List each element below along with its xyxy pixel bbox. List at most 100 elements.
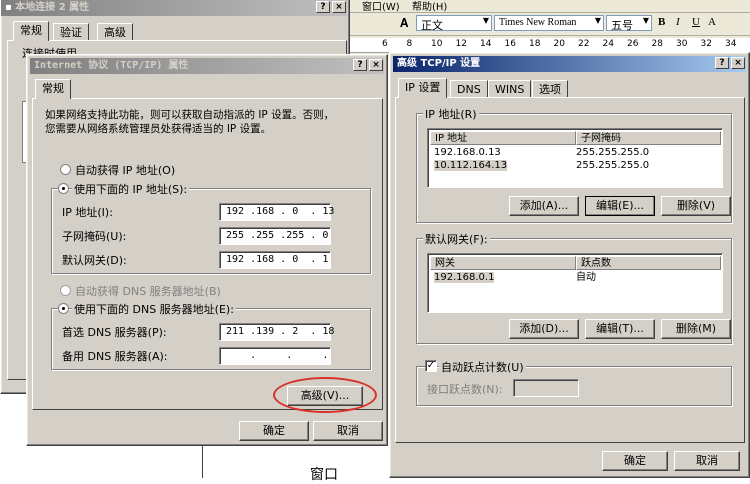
subnet-mask-label: 子网掩码(U): <box>62 230 127 243</box>
delete-gateway-button[interactable]: 删除(M) <box>661 319 731 339</box>
tcpip-properties-dialog: Internet 协议 (TCP/IP) 属性 ? × 常规 如果网络支持此功能… <box>26 54 388 446</box>
ruler-tick-label: 6 <box>382 39 388 49</box>
list-item[interactable]: 192.168.0.13 255.255.255.0 <box>430 146 722 159</box>
chevron-down-icon: ▼ <box>642 16 649 25</box>
auto-metric-checkbox[interactable]: ✓ <box>425 360 437 372</box>
advanced-tcpip-dialog: 高级 TCP/IP 设置 ? × IP 设置 DNS WINS 选项 IP 地址… <box>389 52 750 478</box>
preferred-dns-label: 首选 DNS 服务器(P): <box>62 326 167 339</box>
auto-metric-label[interactable]: 自动跃点计数(U) <box>439 359 526 375</box>
advanced-dialog-titlebar: 高级 TCP/IP 设置 ? × <box>393 56 746 72</box>
help-button[interactable]: ? <box>316 1 330 13</box>
style-select[interactable]: 正文 ▼ <box>416 15 492 32</box>
ruler: 6 8 10 12 14 16 18 20 22 24 26 28 30 32 34 <box>350 38 750 53</box>
list-item[interactable]: 192.168.0.1 自动 <box>430 271 722 284</box>
ruler-tick-label: 8 <box>406 39 413 49</box>
ip-address-list[interactable]: IP 地址 子网掩码 192.168.0.13 255.255.255.0 10… <box>427 128 723 188</box>
tab-authentication[interactable]: 验证 <box>53 23 89 41</box>
ruler-tick-label: 28 <box>651 39 663 49</box>
gateway-group-title: 默认网关(F): <box>423 231 490 247</box>
advanced-highlight-ellipse <box>273 377 377 413</box>
help-button[interactable]: ? <box>353 59 367 71</box>
manual-dns-label[interactable]: 使用下面的 DNS 服务器地址(E): <box>72 301 236 317</box>
subnet-mask-field[interactable]: 255 .255 .255 . 0 <box>219 227 331 245</box>
preferred-dns-field[interactable]: 211 .139 . 2 . 18 <box>219 323 334 341</box>
metric-group: ✓ 自动跃点计数(U) 接口跃点数(N): <box>416 359 732 406</box>
interface-metric-field[interactable] <box>513 379 579 397</box>
chevron-down-icon: ▼ <box>482 16 489 25</box>
help-button[interactable]: ? <box>715 57 729 69</box>
format-toolbar: 𝐀 正文 ▼ Times New Roman ▼ 五号 ▼ B I U A <box>350 13 750 36</box>
ruler-tick-label: 22 <box>578 39 590 49</box>
close-button[interactable]: × <box>332 1 346 13</box>
network-icon: ▪ <box>5 2 12 13</box>
metric-column-header[interactable]: 跃点数 <box>576 256 721 270</box>
ip-settings-panel: IP 地址(R) IP 地址 子网掩码 192.168.0.13 255.255… <box>395 97 745 443</box>
tcpip-tab-panel: 如果网络支持此功能，则可以获取自动指派的 IP 设置。否则， 您需要从网络系统管… <box>32 98 383 413</box>
ruler-tick-label: 20 <box>553 39 565 49</box>
underline-icon[interactable]: U <box>692 16 700 28</box>
menu-window[interactable]: 窗口(W) <box>362 0 400 13</box>
tcpip-dialog-titlebar: Internet 协议 (TCP/IP) 属性 ? × <box>30 58 384 74</box>
list-item[interactable]: 10.112.164.13 255.255.255.0 <box>430 159 722 172</box>
ip-address-group: IP 地址(R) IP 地址 子网掩码 192.168.0.13 255.255… <box>416 106 732 223</box>
tab-ip-settings[interactable]: IP 设置 <box>398 78 448 98</box>
ok-button[interactable]: 确定 <box>239 421 309 441</box>
auto-dns-label[interactable]: 自动获得 DNS 服务器地址(B) <box>75 283 221 299</box>
ruler-tick-label: 18 <box>529 39 541 49</box>
auto-ip-radio[interactable] <box>60 164 71 175</box>
tab-wins[interactable]: WINS <box>488 80 532 98</box>
mask-column-header[interactable]: 子网掩码 <box>576 131 721 145</box>
italic-icon[interactable]: I <box>676 16 680 28</box>
manual-ip-label[interactable]: 使用下面的 IP 地址(S): <box>72 181 190 197</box>
tab-advanced[interactable]: 高级 <box>97 23 133 41</box>
edit-gateway-button[interactable]: 编辑(T)... <box>585 319 655 339</box>
edit-ip-button[interactable]: 编辑(E)... <box>585 196 655 216</box>
manual-dns-radio[interactable] <box>58 303 69 314</box>
tab-dns[interactable]: DNS <box>450 80 488 98</box>
alternate-dns-label: 备用 DNS 服务器(A): <box>62 350 168 363</box>
menu-help[interactable]: 帮助(H) <box>412 0 447 13</box>
close-button[interactable]: × <box>369 59 383 71</box>
cancel-button[interactable]: 取消 <box>313 421 383 441</box>
manual-dns-group: 使用下面的 DNS 服务器地址(E): 首选 DNS 服务器(P): 211 .… <box>51 301 371 370</box>
alternate-dns-field[interactable]: . . . <box>219 347 331 365</box>
bold-icon[interactable]: B <box>658 16 665 28</box>
cancel-button[interactable]: 取消 <box>674 451 740 471</box>
ruler-tick-label: 30 <box>676 39 688 49</box>
manual-ip-group: 使用下面的 IP 地址(S): IP 地址(I): 192 .168 . 0 .… <box>51 181 371 274</box>
tab-options[interactable]: 选项 <box>532 80 568 98</box>
size-select[interactable]: 五号 ▼ <box>606 15 652 32</box>
ok-button[interactable]: 确定 <box>602 451 668 471</box>
gateway-list[interactable]: 网关 跃点数 192.168.0.1 自动 <box>427 253 723 313</box>
interface-metric-label: 接口跃点数(N): <box>427 383 503 396</box>
gateway-label: 默认网关(D): <box>62 254 127 267</box>
ruler-tick-label: 12 <box>455 39 467 49</box>
ip-address-group-title: IP 地址(R) <box>423 106 479 122</box>
intro-line-1: 如果网络支持此功能，则可以获取自动指派的 IP 设置。否则， <box>45 109 335 121</box>
add-gateway-button[interactable]: 添加(D)... <box>509 319 579 339</box>
style-icon: 𝐀 <box>400 16 409 30</box>
add-ip-button[interactable]: 添加(A)... <box>509 196 579 216</box>
ip-address-field[interactable]: 192 .168 . 0 . 13 <box>219 203 334 221</box>
delete-ip-button[interactable]: 删除(V) <box>661 196 731 216</box>
auto-dns-radio[interactable] <box>60 285 71 296</box>
manual-ip-radio[interactable] <box>58 183 69 194</box>
tab-general[interactable]: 常规 <box>13 21 49 41</box>
ip-address-label: IP 地址(I): <box>62 206 113 219</box>
word-menubar: 窗口(W) 帮助(H) <box>350 0 750 13</box>
auto-ip-label[interactable]: 自动获得 IP 地址(O) <box>75 162 175 178</box>
gateway-column-header[interactable]: 网关 <box>430 256 576 270</box>
ruler-tick-label: 34 <box>725 39 737 49</box>
ruler-tick-label: 26 <box>627 39 639 49</box>
ip-column-header[interactable]: IP 地址 <box>430 131 576 145</box>
char-border-icon[interactable]: A <box>708 16 716 28</box>
tab-general[interactable]: 常规 <box>35 79 71 99</box>
doc-page-strip <box>202 446 393 478</box>
close-button[interactable]: × <box>731 57 745 69</box>
ruler-tick-label: 24 <box>602 39 614 49</box>
doc-text: 窗口 <box>310 467 338 483</box>
intro-line-2: 您需要从网络系统管理员处获得适当的 IP 设置。 <box>45 123 272 135</box>
gateway-field[interactable]: 192 .168 . 0 . 1 <box>219 251 331 269</box>
font-select[interactable]: Times New Roman ▼ <box>494 15 604 31</box>
ruler-tick-label: 32 <box>700 39 712 49</box>
